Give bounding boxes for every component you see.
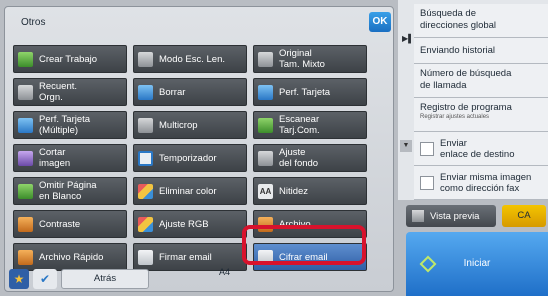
tile-label: Eliminar color (159, 185, 217, 197)
contrast-icon (18, 216, 33, 232)
tile-label: Ajuste RGB (159, 218, 209, 230)
card-profile-multi-icon (18, 117, 33, 133)
skip-blank-page-icon (18, 183, 33, 199)
mixed-size-icon (258, 51, 273, 67)
program-register-label: Registro de programa (420, 102, 512, 113)
send-destination-link[interactable]: Enviar enlace de destino (414, 132, 548, 166)
sending-history[interactable]: Enviando historial (414, 38, 548, 64)
tile-label: Original Tam. Mixto (279, 48, 325, 70)
tile-label: Modo Esc. Len. (159, 53, 226, 65)
checkbox-label: Enviar enlace de destino (440, 137, 515, 160)
panel-title: Otros (21, 17, 46, 28)
tile-rgb-adjust[interactable]: Ajuste RGB (133, 210, 247, 238)
preview-button[interactable]: Vista previa (406, 205, 496, 227)
crop-image-icon (18, 150, 33, 166)
tile-label: Cortar imagen (39, 147, 71, 169)
business-card-scan-icon (258, 117, 273, 133)
check-button[interactable]: ✔ (33, 269, 57, 289)
paper-size: A4 (219, 267, 231, 277)
tile-label: Escanear Tarj.Com. (279, 114, 320, 136)
tile-label: Temporizador (159, 152, 217, 164)
tile-slow-scan[interactable]: Modo Esc. Len. (133, 45, 247, 73)
tile-timer[interactable]: Temporizador (133, 144, 247, 172)
expand-arrow-icon[interactable]: ▶▌ (402, 34, 414, 43)
favorite-star-button[interactable]: ★ (9, 269, 29, 289)
tile-label: Firmar email (159, 251, 212, 263)
timer-icon (138, 150, 153, 166)
tile-crop-image[interactable]: Cortar imagen (13, 144, 127, 172)
tile-label: Borrar (159, 86, 186, 98)
checkbox-label: Enviar misma imagen como dirección fax (440, 171, 532, 194)
global-address-search[interactable]: Búsqueda de direcciones global (414, 4, 548, 38)
tile-skip-blank-page[interactable]: Omitir Página en Blanco (13, 177, 127, 205)
program-register-sub: Registrar ajustes actuales (420, 114, 490, 120)
tile-contrast[interactable]: Contraste (13, 210, 127, 238)
clear-all-button[interactable]: CA (502, 205, 546, 227)
tile-mixed-size[interactable]: Original Tam. Mixto (253, 45, 367, 73)
tile-label: Omitir Página en Blanco (39, 180, 97, 202)
sign-email-icon (138, 249, 153, 265)
ok-button[interactable]: OK (369, 12, 391, 32)
multicrop-icon (138, 117, 153, 133)
call-search-number[interactable]: Número de búsqueda de llamada (414, 64, 548, 98)
tile-color-drop[interactable]: Eliminar color (133, 177, 247, 205)
panel-bottom-bar: ★ ✔ Atrás A4 (5, 265, 393, 291)
start-diamond-icon (419, 255, 437, 273)
slow-scan-icon (138, 51, 153, 67)
tile-label: Archivo Rápido (39, 251, 104, 263)
checkbox[interactable] (420, 175, 434, 190)
preview-icon (412, 210, 424, 222)
start-label: Iniciar (463, 258, 491, 269)
preview-label: Vista previa (430, 210, 480, 222)
tile-business-card-scan[interactable]: Escanear Tarj.Com. (253, 111, 367, 139)
back-button[interactable]: Atrás (61, 269, 149, 289)
tile-label: Recuent. Orgn. (39, 81, 78, 103)
tile-label: Ajuste del fondo (279, 147, 319, 169)
tile-label: Nitidez (279, 185, 309, 197)
background-adjust-icon (258, 150, 273, 166)
color-drop-icon (138, 183, 153, 199)
tile-label: Perf. Tarjeta (Múltiple) (39, 114, 91, 136)
tile-card-profile[interactable]: Perf. Tarjeta (253, 78, 367, 106)
quick-file-icon (18, 249, 33, 265)
rgb-adjust-icon (138, 216, 153, 232)
sharpness-icon: AA (258, 183, 273, 199)
checkbox[interactable] (420, 141, 434, 156)
card-profile-icon (258, 84, 273, 100)
tile-label: Perf. Tarjeta (279, 86, 331, 98)
tile-label: Crear Trabajo (39, 53, 98, 65)
tile-erase[interactable]: Borrar (133, 78, 247, 106)
start-button[interactable]: Iniciar (406, 232, 548, 296)
tile-label: Multicrop (159, 119, 198, 131)
tile-original-count[interactable]: Recuent. Orgn. (13, 78, 127, 106)
tile-card-profile-multi[interactable]: Perf. Tarjeta (Múltiple) (13, 111, 127, 139)
tile-background-adjust[interactable]: Ajuste del fondo (253, 144, 367, 172)
create-job-icon (18, 51, 33, 67)
tile-label: Contraste (39, 218, 81, 230)
original-count-icon (18, 84, 33, 100)
program-register[interactable]: Registro de programa Registrar ajustes a… (414, 98, 548, 132)
scroll-down-icon[interactable]: ▼ (400, 140, 412, 152)
right-function-list: ▶▌ ▼ Búsqueda de direcciones global Envi… (398, 0, 548, 200)
tile-create-job[interactable]: Crear Trabajo (13, 45, 127, 73)
erase-icon (138, 84, 153, 100)
tile-sharpness[interactable]: AA Nitidez (253, 177, 367, 205)
tile-multicrop[interactable]: Multicrop (133, 111, 247, 139)
selection-highlight (242, 225, 366, 265)
send-same-image-fax[interactable]: Enviar misma imagen como dirección fax (414, 166, 548, 200)
